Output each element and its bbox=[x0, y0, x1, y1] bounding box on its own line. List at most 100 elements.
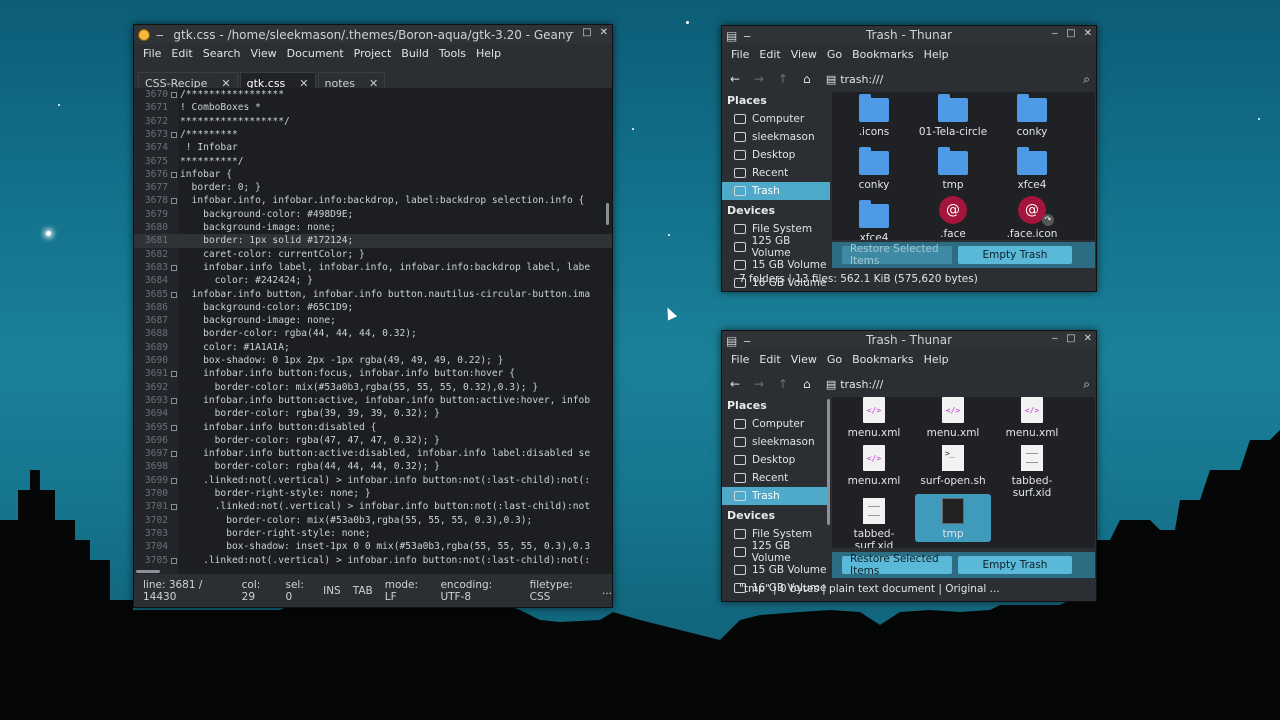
menu-edit[interactable]: Edit bbox=[754, 353, 785, 366]
menu-go[interactable]: Go bbox=[822, 353, 847, 366]
sidebar-item-computer[interactable]: Computer bbox=[722, 110, 830, 128]
sidebar-item-computer[interactable]: Computer bbox=[722, 415, 830, 433]
search-icon[interactable]: ⌕ bbox=[1083, 377, 1090, 392]
minimize-icon[interactable]: ‒ bbox=[568, 27, 574, 38]
menu-file[interactable]: File bbox=[726, 48, 754, 61]
up-icon[interactable]: ↑ bbox=[774, 70, 792, 88]
code-line[interactable]: 3694 border-color: rgba(39, 39, 39, 0.32… bbox=[134, 407, 612, 420]
file-item-selected[interactable]: tmp bbox=[915, 494, 991, 542]
sidebar-item-volume[interactable]: 125 GB Volume bbox=[722, 235, 830, 259]
code-line[interactable]: 3688 border-color: rgba(44, 44, 44, 0.32… bbox=[134, 327, 612, 340]
menu-tools[interactable]: Tools bbox=[434, 47, 471, 60]
code-line[interactable]: 3670 /***************** bbox=[134, 88, 612, 101]
code-line[interactable]: 3671 ! ComboBoxes * bbox=[134, 101, 612, 114]
thunar-titlebar[interactable]: ▤ ‒ Trash - Thunar ‒ □ ✕ bbox=[722, 26, 1096, 44]
restore-selected-button[interactable]: Restore Selected Items bbox=[842, 553, 952, 577]
code-line[interactable]: 3697 infobar.info button:active:disabled… bbox=[134, 447, 612, 460]
thunar-titlebar[interactable]: ▤ ‒ Trash - Thunar ‒ □ ✕ bbox=[722, 331, 1096, 349]
folder-item[interactable]: xfce4 bbox=[994, 147, 1070, 191]
code-line[interactable]: 3684 color: #242424; } bbox=[134, 274, 612, 287]
empty-trash-button[interactable]: Empty Trash bbox=[958, 246, 1072, 264]
code-line[interactable]: 3674 ! Infobar bbox=[134, 141, 612, 154]
fold-marker-icon[interactable] bbox=[171, 264, 177, 271]
folder-item[interactable]: 01-Tela-circle bbox=[915, 94, 991, 138]
menu-help[interactable]: Help bbox=[471, 47, 506, 60]
file-item[interactable]: </> menu.xml bbox=[836, 397, 912, 439]
folder-item[interactable]: conky bbox=[994, 94, 1070, 138]
file-grid[interactable]: .icons 01-Tela-circle conky conky tmp xf… bbox=[832, 92, 1095, 240]
code-line[interactable]: 3690 box-shadow: 0 1px 2px -1px rgba(49,… bbox=[134, 354, 612, 367]
close-icon[interactable]: ✕ bbox=[1084, 28, 1092, 39]
code-line[interactable]: 3696 border-color: rgba(47, 47, 47, 0.32… bbox=[134, 434, 612, 447]
menu-edit[interactable]: Edit bbox=[166, 47, 197, 60]
back-icon[interactable]: ← bbox=[726, 70, 744, 88]
fold-marker-icon[interactable] bbox=[171, 424, 177, 431]
geany-titlebar[interactable]: ‒ gtk.css - /home/sleekmason/.themes/Bor… bbox=[134, 25, 612, 44]
fold-marker-icon[interactable] bbox=[171, 171, 177, 178]
menu-file[interactable]: File bbox=[138, 47, 166, 60]
code-line[interactable]: 3673 /********* bbox=[134, 128, 612, 141]
code-line[interactable]: 3704 box-shadow: inset-1px 0 0 mix(#53a0… bbox=[134, 540, 612, 553]
menu-view[interactable]: View bbox=[246, 47, 282, 60]
file-item[interactable]: </> menu.xml bbox=[994, 397, 1070, 439]
sidebar-item-recent[interactable]: Recent bbox=[722, 164, 830, 182]
fold-marker-icon[interactable] bbox=[171, 92, 177, 98]
sidebar-item-desktop[interactable]: Desktop bbox=[722, 146, 830, 164]
fold-marker-icon[interactable] bbox=[171, 504, 177, 511]
code-line[interactable]: 3689 color: #1A1A1A; bbox=[134, 341, 612, 354]
minimize-icon[interactable]: ‒ bbox=[156, 28, 164, 42]
code-line[interactable]: 3672 ******************/ bbox=[134, 115, 612, 128]
sidebar-scrollbar[interactable] bbox=[827, 399, 830, 525]
code-editor[interactable]: 3670 /***************** 3671 ! ComboBoxes *… bbox=[134, 88, 612, 575]
code-line[interactable]: 3701 .linked:not(.vertical) > infobar.in… bbox=[134, 500, 612, 513]
thunar-app-icon[interactable]: ▤ bbox=[726, 29, 737, 43]
sidebar-item-trash[interactable]: Trash bbox=[722, 487, 830, 505]
menu-document[interactable]: Document bbox=[282, 47, 349, 60]
maximize-icon[interactable]: □ bbox=[1066, 28, 1075, 39]
fold-marker-icon[interactable] bbox=[171, 291, 177, 298]
path-entry[interactable]: ▤ trash:/// bbox=[822, 375, 1077, 393]
fold-marker-icon[interactable] bbox=[171, 557, 177, 564]
fold-marker-icon[interactable] bbox=[171, 477, 177, 484]
path-entry[interactable]: ▤ trash:/// bbox=[822, 70, 1077, 88]
restore-selected-button[interactable]: Restore Selected Items bbox=[842, 243, 952, 267]
sidebar-item-desktop[interactable]: Desktop bbox=[722, 451, 830, 469]
code-line[interactable]: 3692 border-color: mix(#53a0b3,rgba(55, … bbox=[134, 381, 612, 394]
menu-view[interactable]: View bbox=[786, 48, 822, 61]
fold-marker-icon[interactable] bbox=[171, 131, 177, 138]
code-line[interactable]: 3691 infobar.info button:focus, infobar.… bbox=[134, 367, 612, 380]
folder-item[interactable]: tmp bbox=[915, 147, 991, 191]
sidebar-item-trash[interactable]: Trash bbox=[722, 182, 830, 200]
menu-help[interactable]: Help bbox=[919, 353, 954, 366]
code-line[interactable]: 3677 border: 0; } bbox=[134, 181, 612, 194]
code-line[interactable]: 3676 infobar { bbox=[134, 168, 612, 181]
maximize-icon[interactable]: □ bbox=[1066, 333, 1075, 344]
up-icon[interactable]: ↑ bbox=[774, 375, 792, 393]
file-grid[interactable]: </> menu.xml </> menu.xml </> menu.xml </> m… bbox=[832, 397, 1095, 548]
file-item[interactable]: tabbed-surf.xid bbox=[836, 498, 912, 548]
menu-view[interactable]: View bbox=[786, 353, 822, 366]
minimize-icon[interactable]: ‒ bbox=[743, 29, 751, 43]
sidebar-item-recent[interactable]: Recent bbox=[722, 469, 830, 487]
folder-item[interactable]: xfce4 bbox=[836, 200, 912, 240]
code-line[interactable]: 3679 background-color: #498D9E; bbox=[134, 208, 612, 221]
close-icon[interactable]: ✕ bbox=[1084, 333, 1092, 344]
sidebar-item-home[interactable]: sleekmason bbox=[722, 433, 830, 451]
image-item[interactable]: @ .face bbox=[915, 196, 991, 240]
code-line[interactable]: 3687 background-image: none; bbox=[134, 314, 612, 327]
code-line[interactable]: 3693 infobar.info button:active, infobar… bbox=[134, 394, 612, 407]
sidebar-item-volume[interactable]: 125 GB Volume bbox=[722, 540, 830, 564]
fold-marker-icon[interactable] bbox=[171, 198, 177, 205]
forward-icon[interactable]: → bbox=[750, 70, 768, 88]
menu-help[interactable]: Help bbox=[919, 48, 954, 61]
back-icon[interactable]: ← bbox=[726, 375, 744, 393]
code-line[interactable]: 3675 **********/ bbox=[134, 155, 612, 168]
minimize-icon[interactable]: ‒ bbox=[1052, 333, 1058, 344]
minimize-icon[interactable]: ‒ bbox=[1052, 28, 1058, 39]
sidebar-item-volume[interactable]: 15 GB Volume bbox=[722, 561, 830, 579]
menu-bookmarks[interactable]: Bookmarks bbox=[847, 48, 918, 61]
code-line[interactable]: 3702 border-color: mix(#53a0b3,rgba(55, … bbox=[134, 514, 612, 527]
fold-marker-icon[interactable] bbox=[171, 397, 177, 404]
code-line[interactable]: 3680 background-image: none; bbox=[134, 221, 612, 234]
minimize-icon[interactable]: ‒ bbox=[743, 334, 751, 348]
